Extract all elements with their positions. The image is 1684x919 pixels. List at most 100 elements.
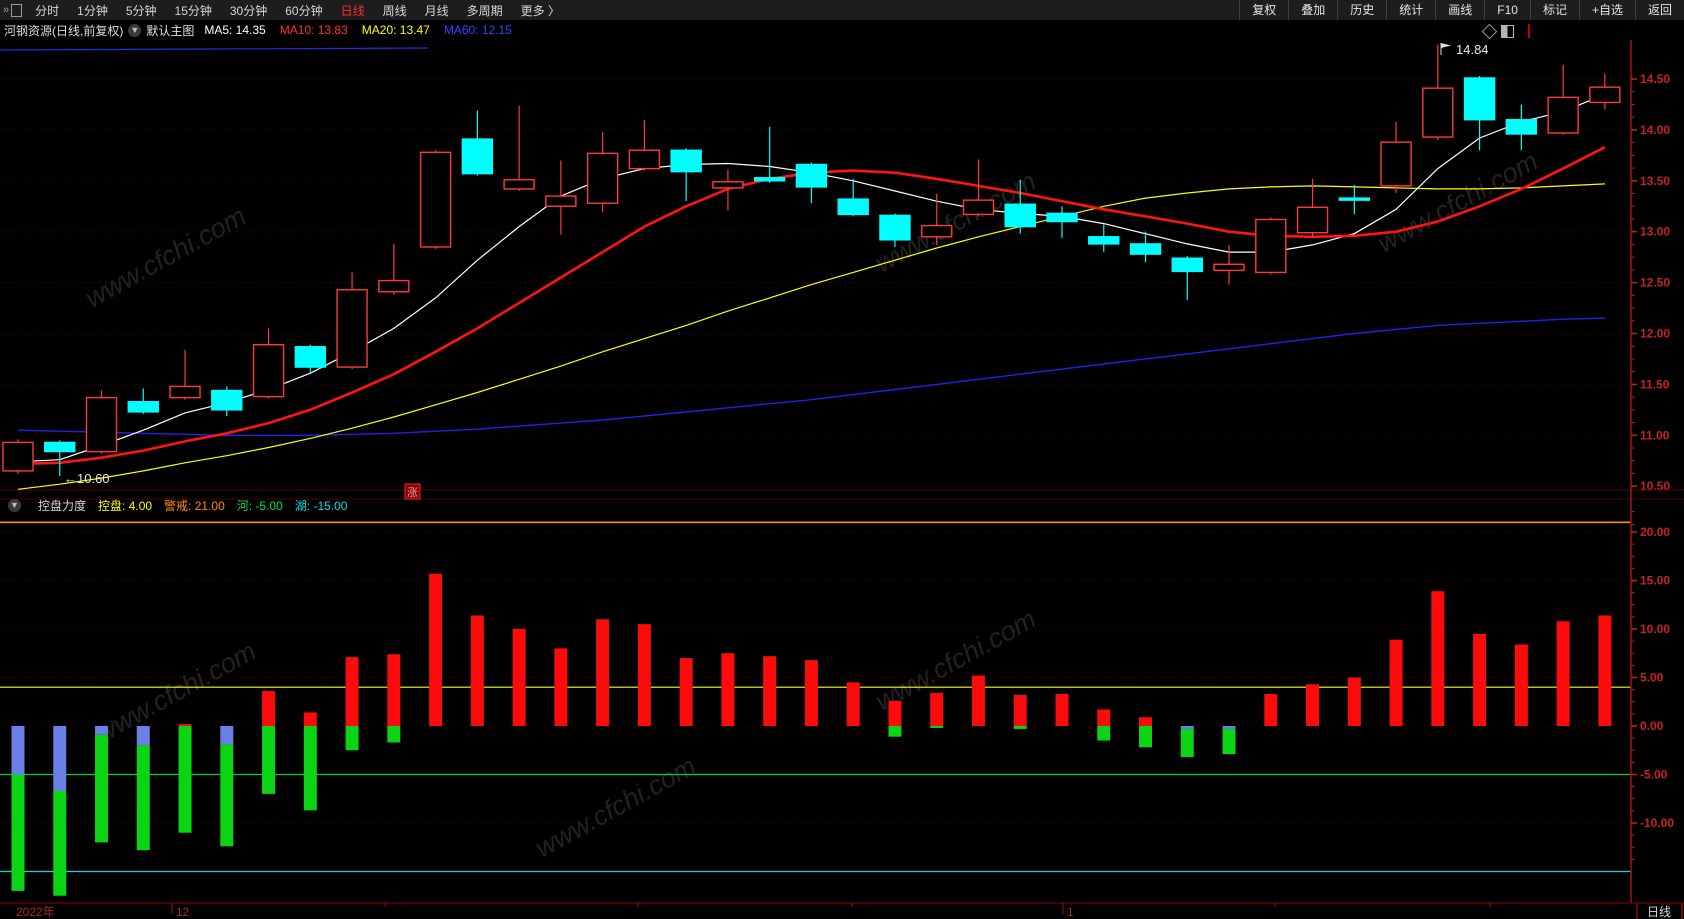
candle-up [1380, 141, 1412, 187]
tool-button[interactable]: 返回 [1634, 0, 1684, 20]
candle-down [1171, 257, 1203, 273]
chart-style-label[interactable]: 默认主图 [146, 22, 194, 39]
indicator-field: 湖: -15.00 [294, 499, 348, 513]
period-tab[interactable]: 多周期 [458, 2, 512, 19]
indicator-bar [1097, 726, 1111, 741]
indicator-name: 控盘力度 [38, 499, 87, 513]
tool-button[interactable]: 历史 [1337, 0, 1386, 20]
subbar-icons [1481, 23, 1530, 39]
indicator-bar [1013, 694, 1027, 726]
candle-up [419, 151, 452, 248]
indicator-axis-label: 5.00 [1640, 671, 1664, 685]
indicator-bar [11, 774, 25, 891]
indicator-bar [596, 619, 610, 726]
indicator-bar [1180, 728, 1194, 758]
candle-up [252, 343, 285, 398]
candle-down [1088, 236, 1120, 245]
candle-down [1338, 197, 1371, 201]
candle-up [1547, 96, 1579, 134]
indicator-bar [1222, 726, 1236, 729]
price-axis-label: 12.00 [1640, 327, 1670, 341]
indicator-bar [846, 682, 860, 726]
window-box-icon [11, 3, 23, 17]
candle-down [44, 441, 76, 453]
period-tab[interactable]: 分时 [26, 2, 68, 19]
period-tab[interactable]: 更多 〉 [512, 2, 569, 19]
tool-button[interactable]: +自选 [1578, 0, 1635, 20]
indicator-bar [1431, 591, 1445, 726]
indicator-axis-label: 0.00 [1640, 719, 1664, 733]
indicator-bar [53, 790, 67, 896]
ma-label: MA60: 12.15 [443, 23, 512, 37]
candle-up [586, 152, 619, 204]
candle-down [1505, 119, 1538, 135]
indicator-bar [1222, 728, 1236, 755]
indicator-bar [1097, 709, 1111, 726]
indicator-bar [11, 726, 25, 775]
candle-down [795, 163, 828, 188]
period-corner-label: 日线 [1647, 905, 1671, 919]
period-tab[interactable]: 5分钟 [117, 2, 166, 19]
toolbar-right: 复权 叠加 历史 统计 画线 F10 标记 +自选 返回 [1239, 0, 1684, 20]
indicator-bar [1013, 726, 1027, 729]
tool-button[interactable]: 统计 [1386, 0, 1435, 20]
time-axis-label: 2022年 [16, 905, 55, 919]
period-tab[interactable]: 60分钟 [276, 2, 331, 19]
indicator-chevron-icon[interactable]: ▼ [8, 499, 21, 512]
indicator-bar [1306, 684, 1320, 726]
period-tab[interactable]: 日线 [332, 2, 374, 19]
period-tab[interactable]: 月线 [416, 2, 458, 19]
candle-up [85, 396, 118, 453]
candle-down [127, 401, 159, 413]
tool-button[interactable]: F10 [1484, 0, 1530, 20]
tool-button[interactable]: 画线 [1435, 0, 1484, 20]
split-square-icon[interactable] [1501, 24, 1514, 38]
period-tab[interactable]: 1分钟 [68, 2, 117, 19]
indicator-bar [679, 658, 693, 726]
diamond-icon[interactable] [1481, 23, 1498, 39]
indicator-header: ▼ 控盘力度 控盘: 4.00 警戒: 21.00 河: -5.00 湖: -15.0… [3, 497, 347, 514]
indicator-bar [345, 726, 359, 751]
period-tab[interactable]: 周线 [374, 2, 416, 19]
candle-up [1296, 206, 1329, 234]
period-tab[interactable]: 15分钟 [166, 2, 221, 19]
candle-down [670, 149, 702, 173]
chart-info-bar: 河钢资源(日线,前复权) ▼ 默认主图 MA5: 14.35 MA10: 13.8… [0, 20, 1684, 40]
candle-up [1255, 218, 1287, 274]
tool-button[interactable]: 标记 [1529, 0, 1579, 20]
indicator-bar [53, 726, 67, 791]
chevron-down-icon[interactable]: ▼ [128, 23, 142, 37]
window-icon[interactable]: » [3, 3, 23, 17]
indicator-axis-label: 15.00 [1640, 574, 1670, 588]
indicator-axis-label: -5.00 [1640, 768, 1668, 782]
tool-button[interactable]: 叠加 [1288, 0, 1337, 20]
indicator-bar [1180, 726, 1194, 729]
indicator-bar [178, 724, 192, 726]
price-axis-label: 14.00 [1640, 123, 1670, 137]
price-axis-label: 11.00 [1640, 428, 1670, 442]
indicator-field: 河: -5.00 [236, 499, 283, 513]
indicator-bar [512, 629, 526, 726]
indicator-bar [470, 615, 484, 726]
indicator-bar [387, 654, 401, 726]
indicator-bar [804, 660, 818, 726]
indicator-bar [763, 656, 777, 726]
candle-down [1463, 77, 1496, 121]
indicator-field: 警戒: 21.00 [164, 499, 225, 513]
period-tab[interactable]: 30分钟 [221, 2, 276, 19]
indicator-bar [303, 726, 317, 811]
candle-down [1046, 212, 1078, 223]
indicator-field: 控盘: 4.00 [98, 499, 153, 513]
indicator-bar [220, 744, 234, 847]
tool-button[interactable]: 复权 [1239, 0, 1288, 20]
indicator-bar [1514, 644, 1528, 726]
watermark: www.cfchi.com [80, 201, 251, 314]
candle-up [378, 279, 410, 293]
candle-down [294, 346, 327, 368]
chart-canvas[interactable]: www.cfchi.com www.cfchi.com www.cfchi.comw… [0, 40, 1684, 919]
candle-up [712, 181, 744, 189]
indicator-bar [971, 675, 985, 726]
candle-up [628, 149, 661, 170]
indicator-bar [1389, 639, 1403, 726]
indicator-bar [429, 573, 443, 726]
